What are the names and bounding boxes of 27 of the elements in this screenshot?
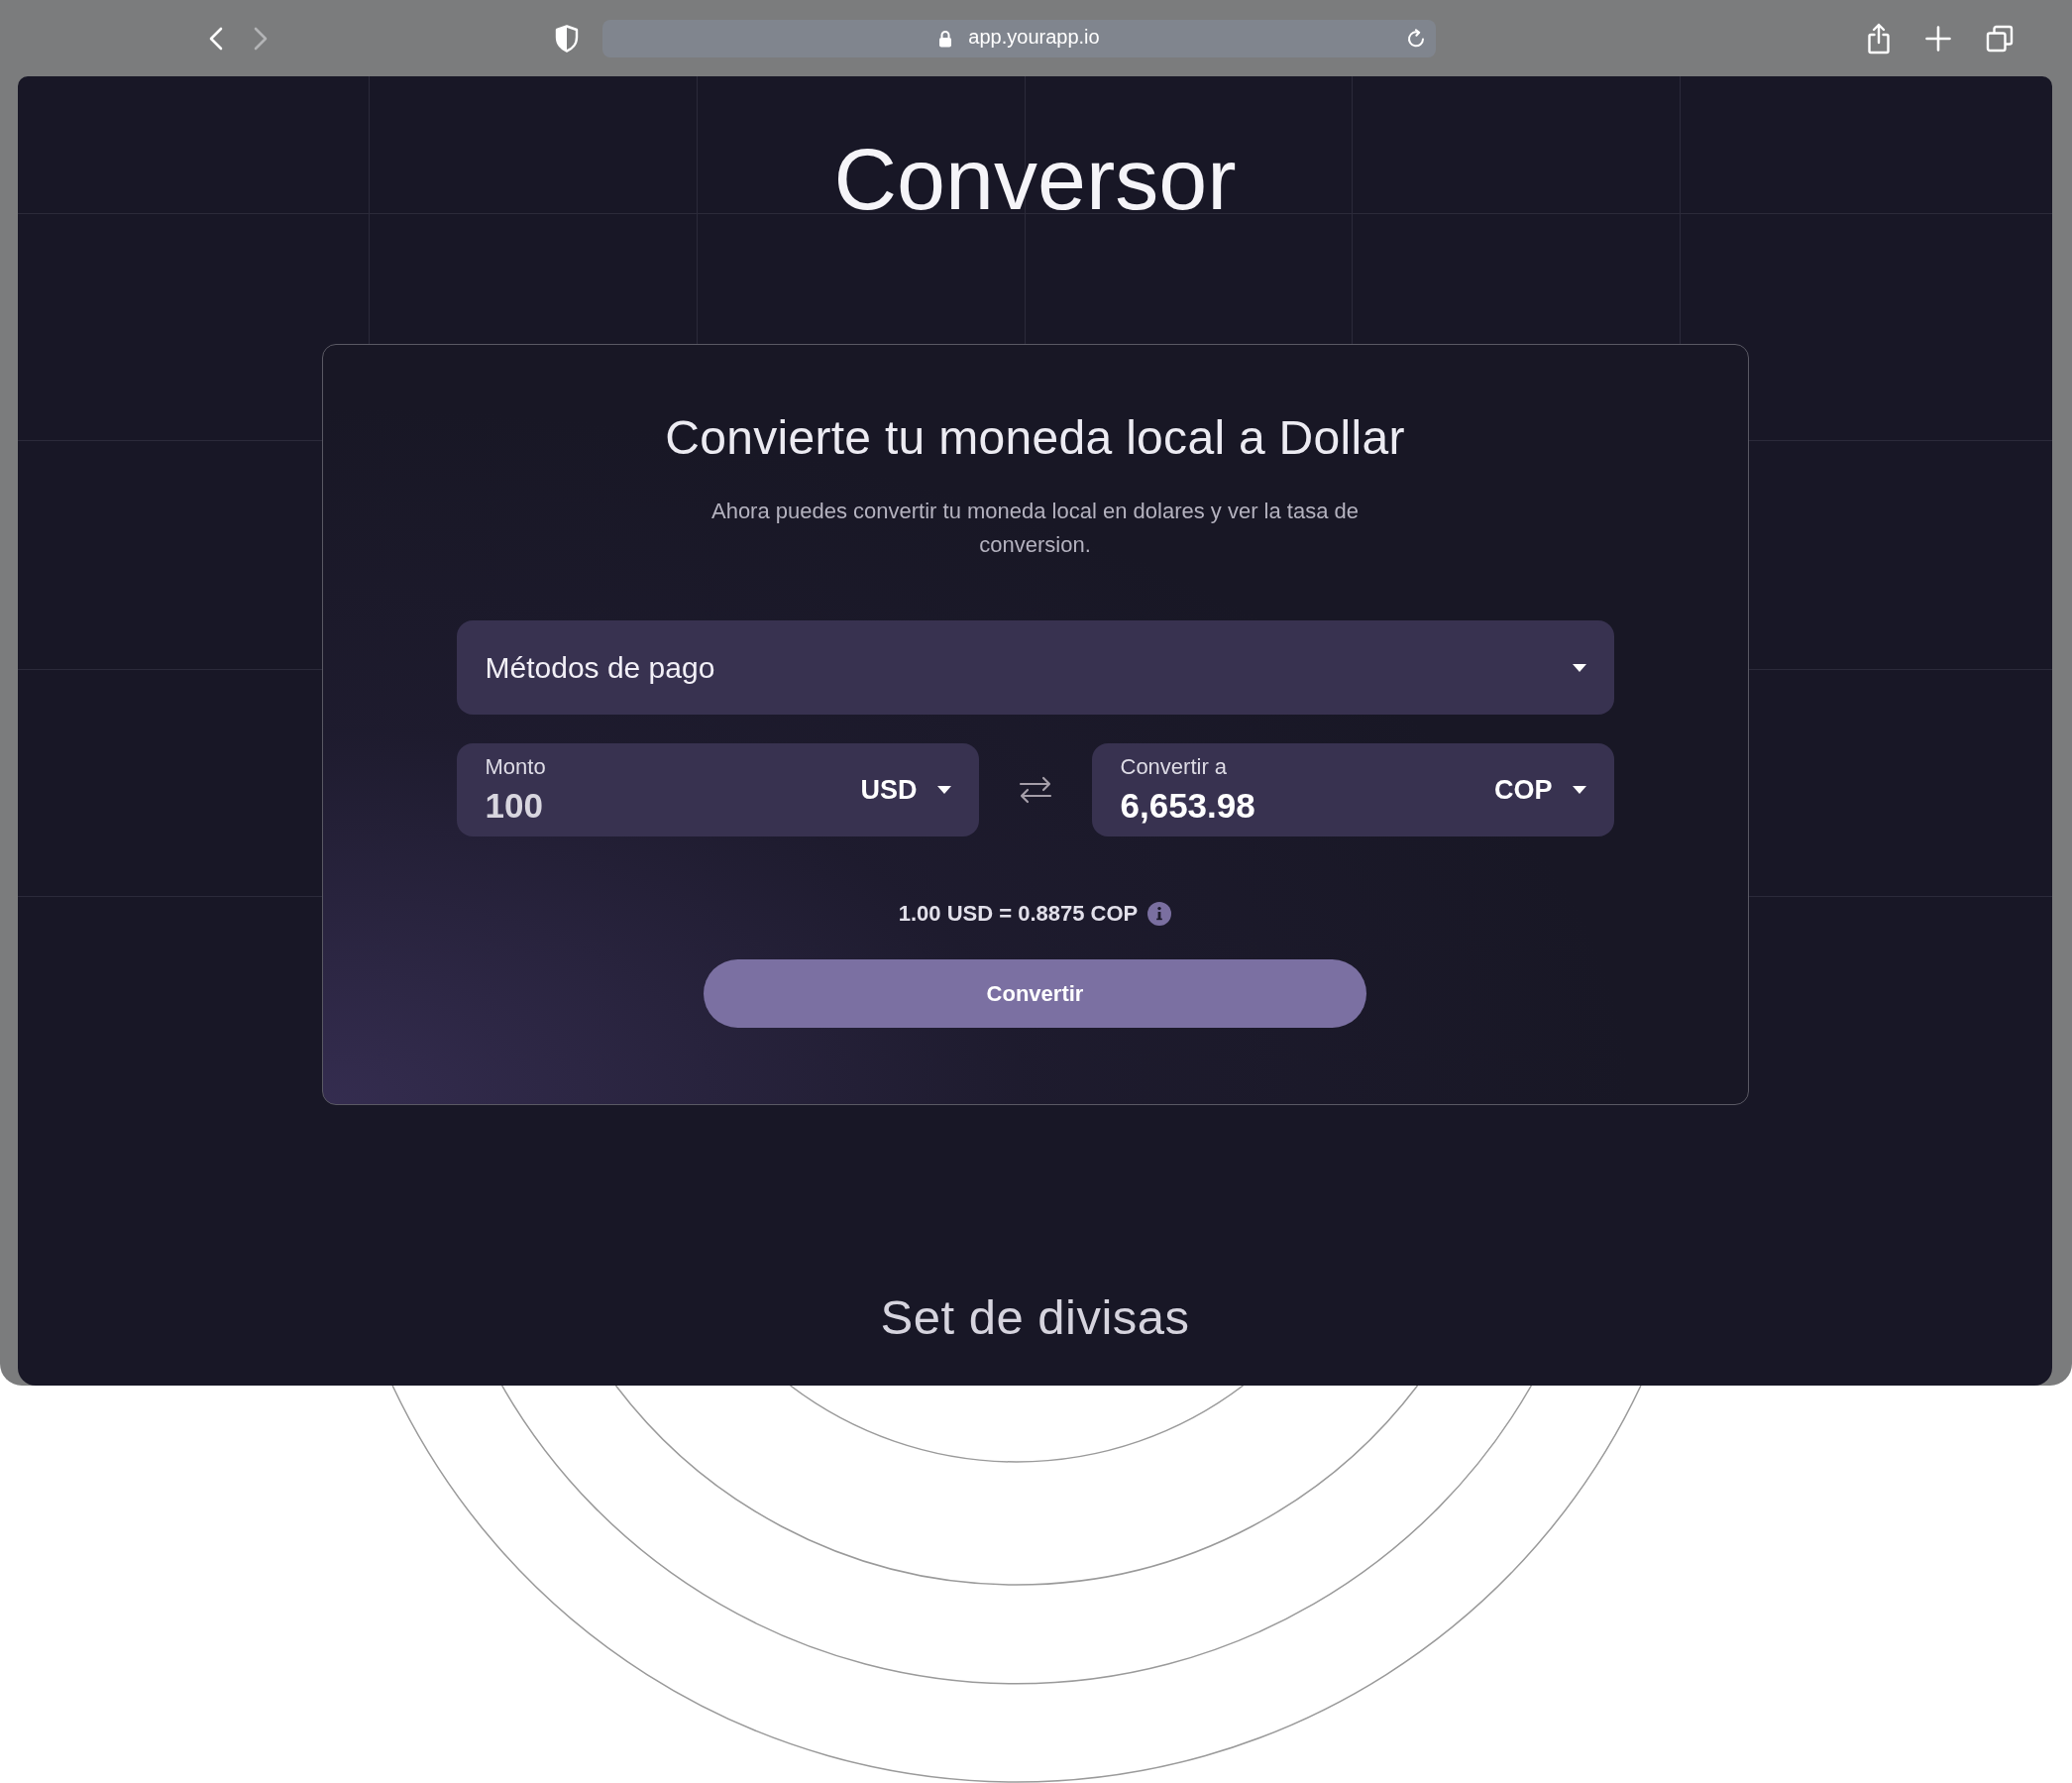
info-icon[interactable] — [1147, 902, 1172, 926]
card-description: Ahora puedes convertir tu moneda local en dolares y ver la tasa de conversion. — [709, 498, 1361, 559]
currency-select[interactable]: COP — [1494, 774, 1586, 806]
caret-icon — [1572, 663, 1586, 672]
convert-button[interactable]: Convertir — [704, 959, 1366, 1028]
swap-icon[interactable] — [1018, 776, 1052, 804]
card-heading: Convierte tu moneda local a Dollar — [665, 414, 1405, 462]
amount-field[interactable]: Monto 100 USD — [456, 743, 979, 836]
section-title: Set de divisas — [880, 1293, 1190, 1342]
new-tab-icon[interactable] — [1925, 25, 1951, 52]
result-value: 6,653.98 — [1120, 784, 1255, 827]
shield-icon[interactable] — [555, 24, 579, 53]
currency-select[interactable]: USD — [860, 774, 951, 806]
address-bar[interactable]: app.yourapp.io — [602, 19, 1436, 57]
field-label: Monto — [485, 753, 547, 780]
payment-method-select[interactable]: Métodos de pago — [456, 620, 1614, 715]
share-icon[interactable] — [1867, 22, 1891, 55]
back-icon[interactable] — [208, 26, 224, 51]
field-label: Convertir a — [1120, 753, 1229, 780]
lock-icon — [938, 29, 953, 48]
caret-icon — [936, 786, 951, 794]
page-title: Conversor — [833, 136, 1237, 223]
caret-icon — [1572, 786, 1586, 794]
reload-icon[interactable] — [1406, 28, 1426, 49]
url-text: app.yourapp.io — [968, 24, 1100, 49]
exchange-rate: 1.00 USD = 0.8875 COP — [898, 900, 1139, 928]
tabs-icon[interactable] — [1986, 24, 2014, 53]
